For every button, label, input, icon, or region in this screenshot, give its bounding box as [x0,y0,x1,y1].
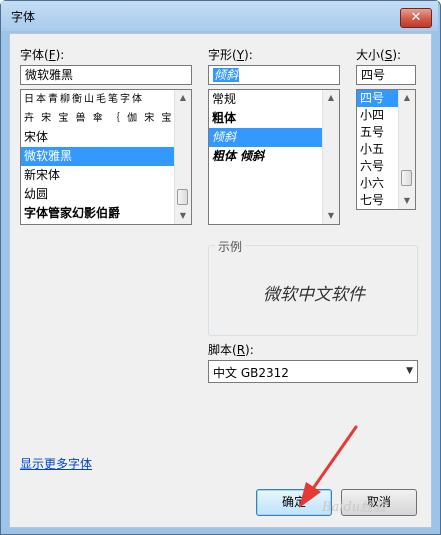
annotation-arrow-icon [299,425,358,508]
arrow-shaft [310,425,358,492]
arrow-head [299,482,321,508]
